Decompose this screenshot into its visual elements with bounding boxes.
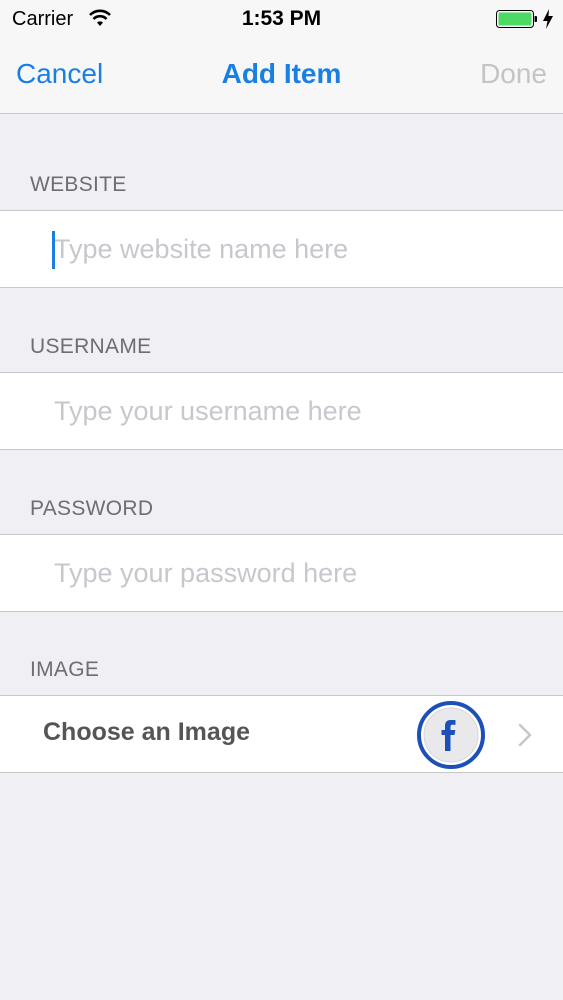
battery-icon [496, 10, 537, 28]
password-section-header: PASSWORD [30, 497, 154, 520]
chevron-right-icon [518, 723, 532, 747]
text-cursor [52, 231, 55, 269]
image-section-header: IMAGE [30, 658, 100, 681]
website-cell [0, 210, 563, 288]
choose-image-cell[interactable]: Choose an Image [0, 695, 563, 773]
choose-image-label: Choose an Image [43, 718, 250, 746]
username-cell [0, 372, 563, 450]
password-input[interactable] [54, 535, 534, 611]
clock: 1:53 PM [241, 7, 322, 30]
website-section-header: WEBSITE [30, 173, 127, 196]
status-bar: Carrier 1:53 PM [0, 0, 563, 40]
navigation-bar: Cancel Add Item Done [0, 40, 563, 114]
charging-icon [543, 9, 553, 29]
page-title: Add Item [221, 58, 342, 89]
done-button[interactable]: Done [480, 58, 547, 90]
username-input[interactable] [54, 373, 534, 449]
website-input[interactable] [54, 211, 534, 287]
username-section-header: USERNAME [30, 335, 152, 358]
facebook-icon[interactable] [416, 700, 486, 770]
password-cell [0, 534, 563, 612]
